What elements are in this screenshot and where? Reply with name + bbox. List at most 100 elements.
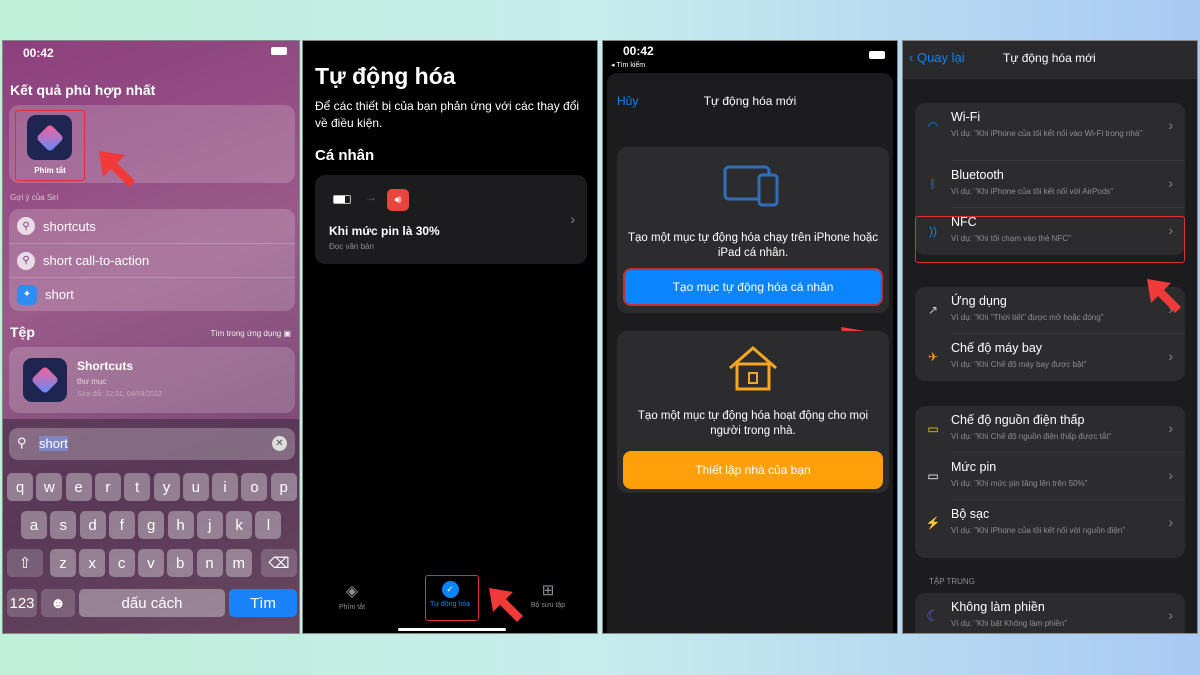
- battery-icon: [271, 47, 287, 55]
- automation-title: Khi mức pin là 30%: [329, 224, 440, 238]
- suggestion-item[interactable]: ⚲ shortcuts ›: [9, 209, 295, 243]
- automation-screen: Tự động hóa Để các thiết bị của bạn phản…: [302, 40, 598, 634]
- key-y[interactable]: y: [153, 473, 180, 501]
- key-u[interactable]: u: [182, 473, 209, 501]
- section-title: Cá nhân: [315, 147, 375, 164]
- trigger-bluetooth[interactable]: ᛒ Bluetooth Ví dụ: "Khi iPhone của tôi k…: [915, 161, 1185, 208]
- trigger-low-power[interactable]: ▭ Chế độ nguồn điện thấp Ví dụ: "Khi Chế…: [915, 406, 1185, 453]
- suggestions-list: ⚲ shortcuts › ⚲ short call-to-action › ✦ shor…: [9, 209, 295, 311]
- key-n[interactable]: n: [196, 549, 223, 577]
- safari-icon: ✦: [17, 284, 37, 305]
- file-name: Shortcuts: [77, 359, 134, 373]
- trigger-subtitle: Ví dụ: "Khi mức pin tăng lên trên 50%": [951, 479, 1088, 488]
- shift-key[interactable]: ⇧: [7, 549, 43, 577]
- trigger-subtitle: Ví dụ: "Khi iPhone của tôi kết nối với A…: [951, 187, 1114, 196]
- trigger-title: Chế độ máy bay: [951, 341, 1043, 355]
- trigger-subtitle: Ví dụ: "Khi Chế độ nguồn điện thấp được …: [951, 432, 1112, 441]
- key-z[interactable]: z: [50, 549, 76, 577]
- new-automation-sheet: 00:42 ◂ Tìm kiếm Hủy Tự động hóa mới Tạo…: [602, 40, 898, 634]
- key-i[interactable]: i: [212, 473, 239, 501]
- numbers-key[interactable]: 123: [7, 589, 37, 617]
- key-v[interactable]: v: [137, 549, 164, 577]
- delete-key[interactable]: ⌫: [261, 549, 297, 577]
- trigger-title: Bluetooth: [951, 168, 1004, 182]
- key-x[interactable]: x: [79, 549, 106, 577]
- trigger-subtitle: Ví dụ: "Khi bật Không làm phiền": [951, 619, 1067, 628]
- battery-icon: [333, 195, 351, 204]
- trigger-battery[interactable]: ▭ Mức pin Ví dụ: "Khi mức pin tăng lên t…: [915, 453, 1185, 500]
- tab-shortcuts[interactable]: ◈ Phím tắt: [317, 571, 387, 633]
- key-h[interactable]: h: [167, 511, 194, 539]
- key-c[interactable]: c: [108, 549, 135, 577]
- key-e[interactable]: e: [65, 473, 92, 501]
- suggestion-item[interactable]: ✦ short: [9, 277, 295, 311]
- siri-suggestions-label: Gợi ý của Siri: [10, 193, 59, 202]
- suggestion-label: short call-to-action: [43, 253, 150, 268]
- key-t[interactable]: t: [124, 473, 151, 501]
- key-r[interactable]: r: [94, 473, 121, 501]
- files-title: Tệp: [10, 324, 35, 340]
- key-g[interactable]: g: [138, 511, 165, 539]
- trigger-title: Mức pin: [951, 460, 997, 474]
- key-p[interactable]: p: [270, 473, 297, 501]
- app-icon: ↗: [927, 303, 939, 317]
- home-indicator: [398, 628, 506, 631]
- chevron-right-icon: ›: [1168, 175, 1173, 191]
- trigger-wifi[interactable]: ◠ Wi-Fi Ví dụ: "Khi iPhone của tôi kết n…: [915, 103, 1185, 161]
- key-d[interactable]: d: [79, 511, 106, 539]
- clear-icon[interactable]: ✕: [272, 436, 287, 451]
- trigger-airplane[interactable]: ✈ Chế độ máy bay Ví dụ: "Khi Chế độ máy …: [915, 334, 1185, 381]
- nav-title: Tự động hóa mới: [1003, 51, 1096, 65]
- key-j[interactable]: j: [196, 511, 223, 539]
- trigger-subtitle: Ví dụ: "Khi iPhone của tôi kết nối vào W…: [951, 129, 1143, 138]
- back-label: Quay lại: [916, 50, 965, 65]
- layers-icon: ◈: [345, 583, 359, 600]
- key-o[interactable]: o: [241, 473, 268, 501]
- key-w[interactable]: w: [36, 473, 63, 501]
- chevron-right-icon: ›: [1168, 420, 1173, 436]
- trigger-title: Không làm phiền: [951, 600, 1045, 614]
- key-f[interactable]: f: [108, 511, 135, 539]
- search-input[interactable]: ⚲ short ✕: [9, 428, 295, 460]
- key-l[interactable]: l: [255, 511, 282, 539]
- trigger-subtitle: Ví dụ: "Khi Chế độ máy bay được bật": [951, 360, 1087, 369]
- automation-action: Đọc văn bản: [329, 242, 374, 251]
- status-time: 00:42: [623, 44, 654, 58]
- search-icon: ⚲: [17, 217, 35, 235]
- file-result[interactable]: Shortcuts thư mục Sửa đổi: 22:31, 04/09/…: [9, 347, 295, 413]
- setup-home-button[interactable]: Thiết lập nhà của bạn: [623, 451, 883, 489]
- focus-section-label: TẬP TRUNG: [929, 577, 975, 586]
- chevron-right-icon: ›: [1168, 117, 1173, 133]
- wifi-icon: ◠: [927, 119, 939, 133]
- suggestion-item[interactable]: ⚲ short call-to-action ›: [9, 243, 295, 277]
- search-go-key[interactable]: Tìm: [229, 589, 297, 617]
- tab-label: Phím tắt: [338, 604, 366, 611]
- emoji-key[interactable]: ☻: [41, 589, 75, 617]
- devices-icon: [723, 165, 779, 207]
- trigger-charger[interactable]: ⚡ Bộ sạc Ví dụ: "Khi iPhone của tôi kết …: [915, 500, 1185, 558]
- search-value: short: [39, 436, 68, 451]
- chevron-right-icon: ›: [278, 252, 283, 269]
- best-match-title: Kết quả phù hợp nhất: [10, 82, 156, 98]
- arrow-right-icon: →: [365, 190, 377, 204]
- key-k[interactable]: k: [226, 511, 253, 539]
- key-b[interactable]: b: [167, 549, 194, 577]
- search-in-app-label: Tìm trong ứng dụng: [210, 329, 282, 338]
- create-personal-automation-button[interactable]: Tạo mục tự động hóa cá nhân: [623, 268, 883, 306]
- red-arrow-icon: [1147, 279, 1181, 313]
- key-q[interactable]: q: [7, 473, 33, 501]
- key-a[interactable]: a: [21, 511, 47, 539]
- back-to-search[interactable]: ◂ Tìm kiếm: [611, 61, 645, 69]
- sheet-title: Tự động hóa mới: [703, 94, 797, 108]
- highlight-box: [915, 216, 1185, 263]
- key-m[interactable]: m: [225, 549, 252, 577]
- shortcuts-folder-icon: [23, 358, 67, 402]
- automation-card[interactable]: → 🔊︎ Khi mức pin là 30% Đọc văn bản ›: [315, 175, 587, 264]
- search-in-app-link[interactable]: Tìm trong ứng dụng ▣: [210, 329, 291, 338]
- trigger-title: Ứng dụng: [951, 294, 1007, 308]
- back-button[interactable]: ‹ Quay lại: [909, 50, 965, 65]
- trigger-do-not-disturb[interactable]: ☾ Không làm phiền Ví dụ: "Khi bật Không …: [915, 593, 1185, 633]
- space-key[interactable]: dấu cách: [79, 589, 225, 617]
- file-modified: Sửa đổi: 22:31, 04/09/2022: [77, 391, 162, 398]
- key-s[interactable]: s: [50, 511, 77, 539]
